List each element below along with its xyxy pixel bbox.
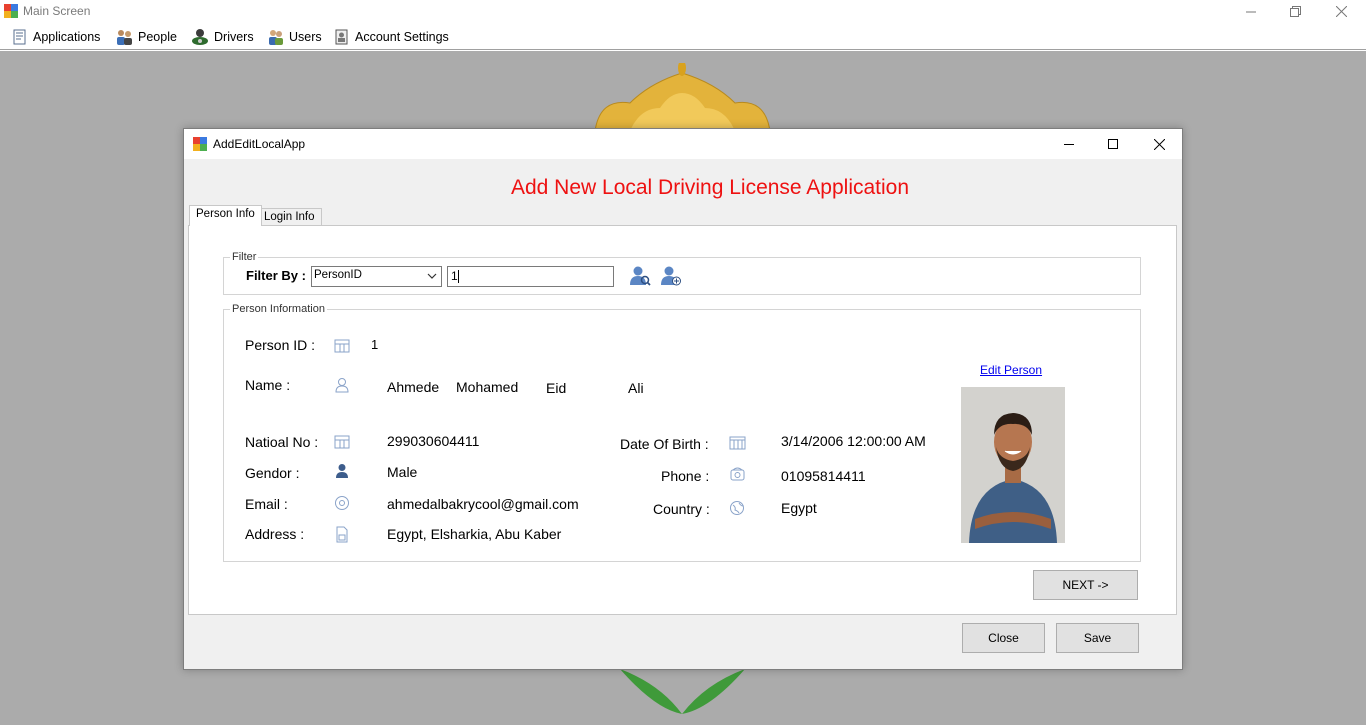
address-icon	[336, 526, 348, 543]
person-photo-image	[961, 387, 1065, 543]
account-settings-icon	[335, 29, 348, 45]
find-person-icon[interactable]	[629, 265, 651, 287]
person-information-caption: Person Information	[230, 303, 327, 315]
minimize-icon	[1064, 144, 1074, 145]
main-restore-button[interactable]	[1272, 0, 1318, 23]
filter-value-input[interactable]: 1	[447, 266, 614, 287]
close-icon	[1335, 6, 1347, 17]
national-id-icon	[334, 435, 350, 449]
globe-icon	[730, 501, 744, 515]
gender-label: Gendor :	[245, 465, 300, 481]
main-close-button[interactable]	[1318, 0, 1364, 23]
phone-value: 01095814411	[781, 468, 866, 484]
dob-label: Date Of Birth :	[620, 436, 709, 452]
users-icon	[269, 30, 283, 45]
people-icon	[117, 30, 132, 45]
filter-groupbox: Filter Filter By : PersonID 1	[223, 251, 1141, 295]
dialog-title: AddEditLocalApp	[213, 137, 306, 151]
id-card-icon	[334, 339, 350, 353]
phone-label: Phone :	[661, 468, 710, 484]
close-button[interactable]: Close	[962, 623, 1045, 653]
dialog-maximize-button[interactable]	[1090, 129, 1136, 159]
add-person-icon[interactable]	[660, 265, 682, 287]
menu-applications-label: Applications	[33, 30, 101, 44]
chevron-down-icon	[427, 273, 437, 279]
menu-account-settings[interactable]: Account Settings	[333, 27, 449, 47]
last-name-value: Ali	[628, 380, 644, 396]
add-local-app-dialog: AddEditLocalApp Add New Local Driving Li…	[183, 128, 1183, 670]
filter-by-dropdown[interactable]: PersonID	[311, 266, 442, 287]
main-menubar: Applications People Drivers Users Accoun…	[0, 23, 1366, 50]
menu-applications[interactable]: Applications	[12, 27, 100, 47]
person-icon	[335, 378, 349, 393]
male-icon	[336, 464, 348, 478]
person-info-panel: Filter Filter By : PersonID 1 Person Inf…	[188, 225, 1177, 615]
national-no-value: 299030604411	[387, 433, 480, 449]
dialog-app-icon	[193, 137, 207, 151]
leaf-emblem	[620, 669, 745, 714]
drivers-icon	[192, 29, 208, 45]
restore-icon	[1289, 6, 1301, 17]
maximize-icon	[1108, 139, 1118, 149]
calendar-icon	[729, 436, 746, 450]
email-label: Email :	[245, 496, 288, 512]
third-name-value: Eid	[546, 380, 567, 396]
national-no-label: Natioal No :	[245, 434, 319, 450]
filter-by-label: Filter By :	[246, 268, 306, 283]
menu-drivers-label: Drivers	[214, 30, 254, 44]
email-value: ahmedalbakrycool@gmail.com	[387, 496, 579, 512]
person-id-value: 1	[371, 337, 379, 352]
main-window-title: Main Screen	[23, 4, 91, 18]
gender-value: Male	[387, 464, 418, 480]
dialog-titlebar: AddEditLocalApp	[184, 129, 1182, 159]
name-label: Name :	[245, 377, 291, 393]
dialog-minimize-button[interactable]	[1046, 129, 1092, 159]
email-icon	[335, 496, 349, 510]
menu-account-settings-label: Account Settings	[355, 30, 449, 44]
save-button[interactable]: Save	[1056, 623, 1139, 653]
filter-value-text: 1	[451, 269, 458, 283]
applications-icon	[13, 29, 26, 44]
second-name-value: Mohamed	[456, 379, 519, 395]
person-id-label: Person ID :	[245, 337, 316, 353]
filter-caption: Filter	[230, 251, 259, 263]
country-label: Country :	[653, 501, 710, 517]
filter-by-selected: PersonID	[314, 269, 362, 281]
country-value: Egypt	[781, 500, 817, 516]
dialog-close-button[interactable]	[1136, 129, 1182, 159]
person-photo	[961, 387, 1065, 543]
menu-users-label: Users	[289, 30, 322, 44]
dialog-heading: Add New Local Driving License Applicatio…	[510, 176, 910, 199]
first-name-value: Ahmede	[387, 379, 440, 395]
app-icon	[4, 4, 18, 18]
menu-people[interactable]: People	[115, 27, 177, 47]
next-button[interactable]: NEXT ->	[1033, 570, 1138, 600]
menu-users[interactable]: Users	[267, 27, 322, 47]
crown-logo	[594, 63, 771, 132]
close-icon	[1153, 138, 1165, 150]
minimize-icon	[1246, 11, 1256, 12]
menu-people-label: People	[138, 30, 177, 44]
menu-drivers[interactable]: Drivers	[191, 27, 254, 47]
phone-icon	[730, 467, 745, 481]
main-titlebar: Main Screen	[0, 0, 1366, 23]
address-label: Address :	[245, 526, 305, 542]
tab-person-info[interactable]: Person Info	[189, 205, 262, 226]
person-information-groupbox: Person Information Person ID : 1 Name : …	[223, 303, 1141, 562]
dob-value: 3/14/2006 12:00:00 AM	[781, 433, 926, 449]
edit-person-link[interactable]: Edit Person	[980, 363, 1042, 377]
address-value: Egypt, Elsharkia, Abu Kaber	[387, 526, 562, 542]
main-minimize-button[interactable]	[1228, 0, 1274, 23]
